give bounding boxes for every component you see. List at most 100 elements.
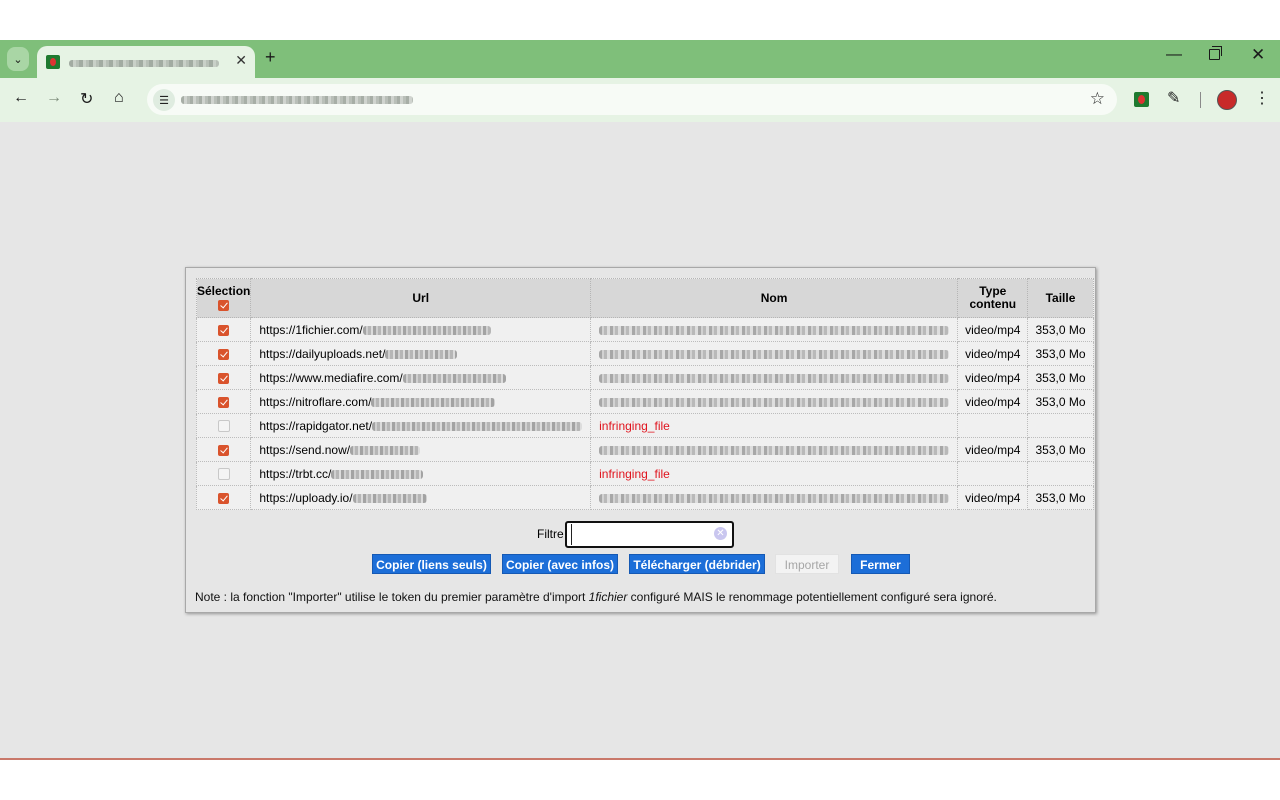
links-dialog: Sélection Url Nom Type contenu Taille ht… <box>185 267 1096 613</box>
chevron-down-icon: ⌄ <box>13 53 23 66</box>
header-type-line2: contenu <box>969 297 1017 311</box>
close-button[interactable]: Fermer <box>851 554 910 574</box>
row-type: video/mp4 <box>957 317 1029 342</box>
url-redacted <box>352 493 427 503</box>
home-icon[interactable]: ⌂ <box>114 89 124 107</box>
url-redacted <box>385 349 458 359</box>
row-size: 353,0 Mo <box>1027 485 1094 510</box>
table-row: https://1fichier.com/ video/mp4 353,0 Mo <box>195 317 1094 342</box>
extension-icon[interactable] <box>1134 92 1149 107</box>
table-header-row: Sélection Url Nom Type contenu Taille <box>195 278 1094 318</box>
star-icon[interactable]: ☆ <box>1090 89 1105 109</box>
row-size: 353,0 Mo <box>1027 389 1094 414</box>
browser-tab[interactable]: ✕ <box>37 46 255 78</box>
name-redacted <box>599 493 950 503</box>
row-checkbox[interactable] <box>218 348 230 360</box>
forward-icon[interactable]: → <box>46 89 62 107</box>
url-redacted <box>402 373 506 383</box>
row-url[interactable]: https://nitroflare.com/ <box>259 395 371 409</box>
row-type: video/mp4 <box>957 485 1029 510</box>
minimize-icon[interactable]: — <box>1166 46 1182 64</box>
table-row: https://rapidgator.net/ infringing_file <box>195 413 1094 438</box>
back-icon[interactable]: ← <box>13 89 29 107</box>
url-redacted <box>331 469 424 479</box>
header-taille: Taille <box>1027 278 1094 318</box>
row-url[interactable]: https://dailyuploads.net/ <box>259 347 385 361</box>
row-type <box>957 413 1029 438</box>
select-all-checkbox[interactable] <box>218 300 230 312</box>
top-margin <box>0 0 1280 40</box>
url-redacted <box>371 397 496 407</box>
name-redacted <box>599 373 950 383</box>
note-emphasis: 1fichier <box>588 590 628 604</box>
copy-links-button[interactable]: Copier (liens seuls) <box>372 554 491 574</box>
row-size: 353,0 Mo <box>1027 341 1094 366</box>
filter-row: Filtre ✕ <box>186 521 1095 548</box>
row-url[interactable]: https://trbt.cc/ <box>259 467 331 481</box>
favicon-icon <box>46 55 60 69</box>
table-row: https://uploady.io/ video/mp4 353,0 Mo <box>195 485 1094 510</box>
address-url-redacted <box>181 96 413 104</box>
name-redacted <box>599 397 950 407</box>
table-row: https://trbt.cc/ infringing_file <box>195 461 1094 486</box>
tab-title-redacted <box>69 60 219 67</box>
table-row: https://nitroflare.com/ video/mp4 353,0 … <box>195 389 1094 414</box>
restore-icon[interactable] <box>1209 46 1222 60</box>
clear-filter-icon[interactable]: ✕ <box>714 527 727 540</box>
row-checkbox[interactable] <box>218 324 230 336</box>
tab-bar: ⌄ ✕ + — ✕ <box>0 40 1280 78</box>
copy-infos-button[interactable]: Copier (avec infos) <box>502 554 618 574</box>
import-button[interactable]: Importer <box>775 554 839 574</box>
row-url[interactable]: https://rapidgator.net/ <box>259 419 372 433</box>
row-type: video/mp4 <box>957 389 1029 414</box>
row-checkbox[interactable] <box>218 396 230 408</box>
row-size: 353,0 Mo <box>1027 317 1094 342</box>
row-checkbox[interactable] <box>217 468 230 481</box>
name-redacted <box>599 445 950 455</box>
row-size: 353,0 Mo <box>1027 437 1094 462</box>
row-url[interactable]: https://uploady.io/ <box>259 491 352 505</box>
close-tab-icon[interactable]: ✕ <box>235 52 247 69</box>
row-size: 353,0 Mo <box>1027 365 1094 390</box>
row-url[interactable]: https://send.now/ <box>259 443 350 457</box>
row-checkbox[interactable] <box>218 372 230 384</box>
url-redacted <box>362 325 491 335</box>
row-type <box>957 461 1029 486</box>
new-tab-icon[interactable]: + <box>265 47 276 68</box>
row-checkbox[interactable] <box>218 444 230 456</box>
header-nom: Nom <box>590 278 959 318</box>
row-size <box>1027 461 1094 486</box>
reload-icon[interactable]: ↻ <box>80 89 93 109</box>
row-error-name: infringing_file <box>590 461 959 486</box>
window-close-icon[interactable]: ✕ <box>1251 45 1265 65</box>
filter-input[interactable] <box>571 524 710 545</box>
header-selection-label: Sélection <box>197 283 251 298</box>
row-url[interactable]: https://www.mediafire.com/ <box>259 371 402 385</box>
download-button[interactable]: Télécharger (débrider) <box>629 554 765 574</box>
row-size <box>1027 413 1094 438</box>
name-redacted <box>599 349 950 359</box>
url-redacted <box>372 421 583 431</box>
import-note: Note : la fonction "Importer" utilise le… <box>195 590 997 604</box>
extensions-puzzle-icon[interactable]: ✎ <box>1167 88 1180 108</box>
address-bar[interactable]: ☰ ☆ <box>147 84 1117 115</box>
url-redacted <box>350 445 421 455</box>
filter-field[interactable]: ✕ <box>565 521 734 548</box>
tab-search-button[interactable]: ⌄ <box>7 47 29 71</box>
table-row: https://www.mediafire.com/ video/mp4 353… <box>195 365 1094 390</box>
header-type: Type contenu <box>957 278 1029 318</box>
toolbar-separator <box>1200 92 1201 108</box>
profile-avatar[interactable] <box>1217 90 1237 110</box>
row-checkbox[interactable] <box>217 420 230 433</box>
row-checkbox[interactable] <box>218 492 230 504</box>
row-url[interactable]: https://1fichier.com/ <box>259 323 362 337</box>
site-info-icon[interactable]: ☰ <box>153 89 175 111</box>
row-error-name: infringing_file <box>590 413 959 438</box>
name-redacted <box>599 325 950 335</box>
bottom-margin <box>0 760 1280 800</box>
row-type: video/mp4 <box>957 341 1029 366</box>
kebab-menu-icon[interactable]: ⋮ <box>1254 88 1270 108</box>
table-row: https://send.now/ video/mp4 353,0 Mo <box>195 437 1094 462</box>
note-after: configuré MAIS le renommage potentiellem… <box>627 590 997 604</box>
row-type: video/mp4 <box>957 365 1029 390</box>
